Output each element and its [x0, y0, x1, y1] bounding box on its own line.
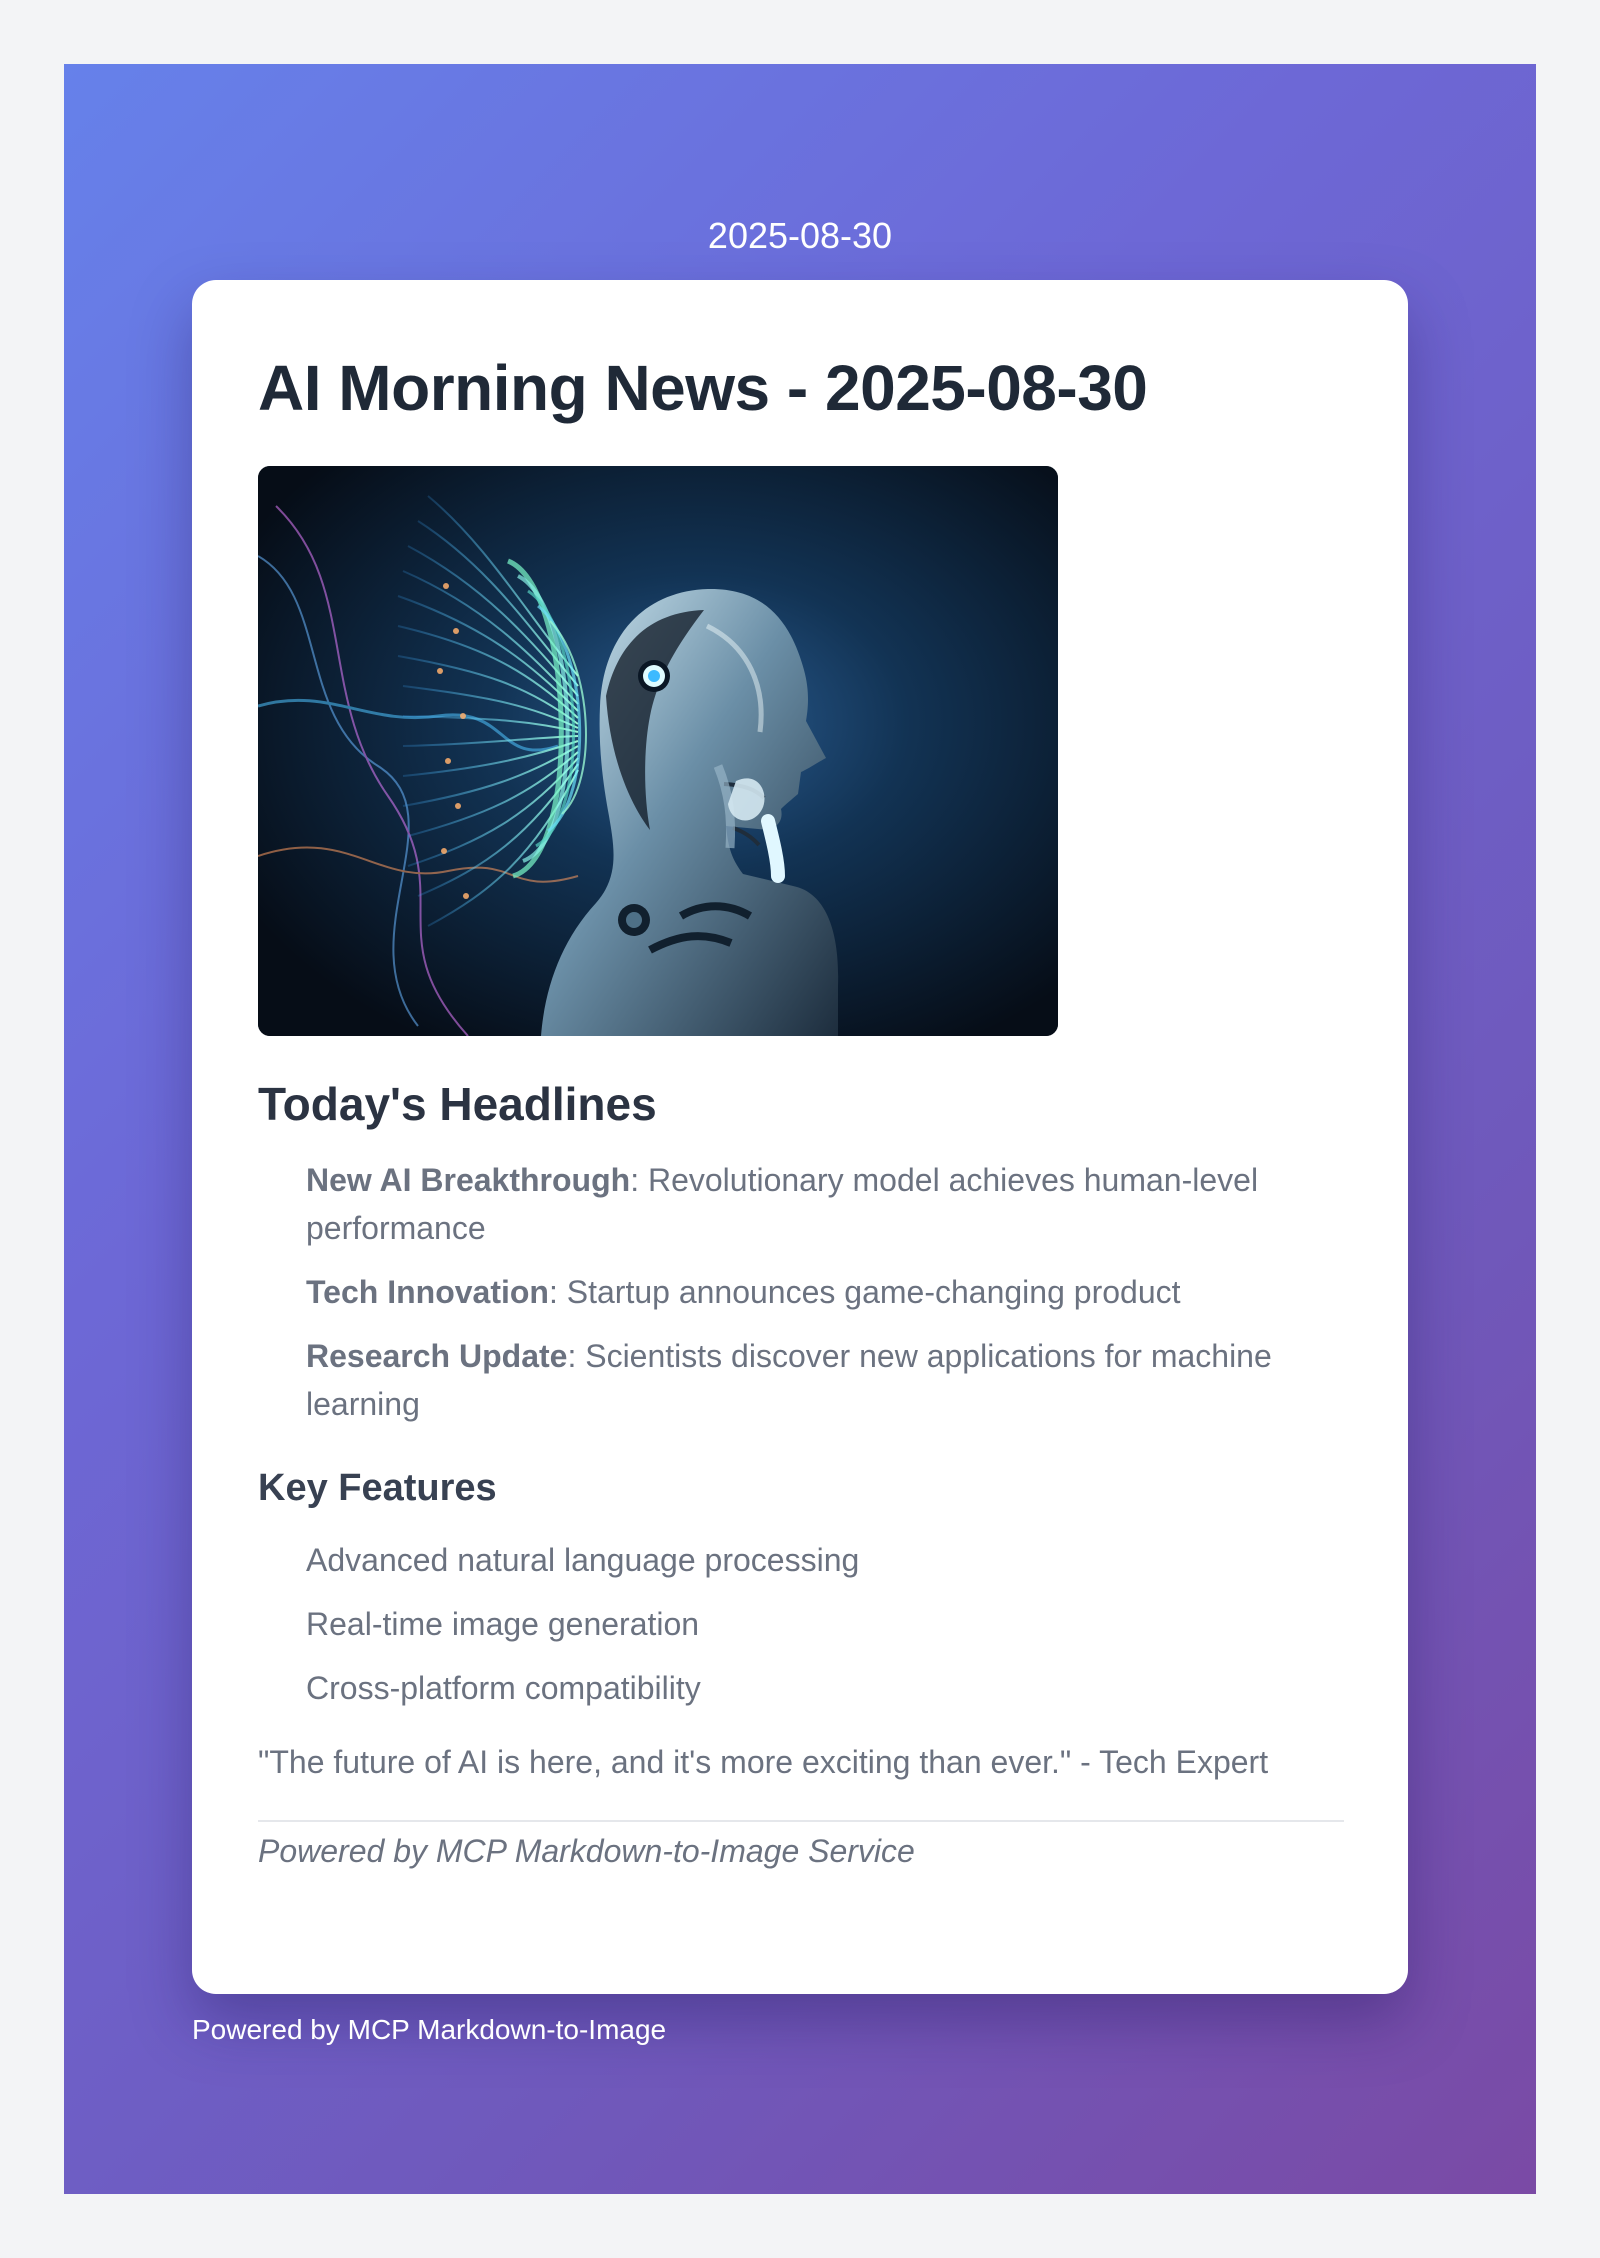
footer-text: Powered by MCP Markdown-to-Image	[192, 2014, 667, 2045]
page-frame: 2025-08-30 AI Morning News - 2025-08-30	[64, 64, 1536, 2194]
divider	[258, 1820, 1344, 1822]
headlines-list: New AI Breakthrough: Revolutionary model…	[258, 1156, 1344, 1428]
headline-label: New AI Breakthrough	[306, 1162, 631, 1198]
quote-text: "The future of AI is here, and it's more…	[258, 1744, 1269, 1780]
list-item: Real-time image generation	[306, 1606, 700, 1642]
list-item: New AI Breakthrough: Revolutionary model…	[306, 1156, 1344, 1252]
headline-label: Research Update	[306, 1338, 568, 1374]
headlines-heading: Today's Headlines	[258, 1078, 657, 1130]
list-item: Research Update: Scientists discover new…	[306, 1332, 1344, 1428]
features-list: Advanced natural language processing Rea…	[258, 1536, 1344, 1712]
list-item: Advanced natural language processing	[306, 1542, 860, 1578]
list-item: Tech Innovation: Startup announces game-…	[306, 1268, 1344, 1316]
article-card: AI Morning News - 2025-08-30 Today's Hea…	[192, 280, 1408, 1994]
article-title: AI Morning News - 2025-08-30	[258, 352, 1148, 424]
headline-label: Tech Innovation	[306, 1274, 549, 1310]
headline-text: : Startup announces game-changing produc…	[548, 1274, 1181, 1310]
top-date: 2025-08-30	[707, 215, 893, 256]
ai-robot-thinking-image	[258, 466, 1058, 1036]
powered-note: Powered by MCP Markdown-to-Image Service	[258, 1833, 915, 1869]
features-heading: Key Features	[258, 1467, 497, 1509]
list-item: Cross-platform compatibility	[306, 1670, 701, 1706]
